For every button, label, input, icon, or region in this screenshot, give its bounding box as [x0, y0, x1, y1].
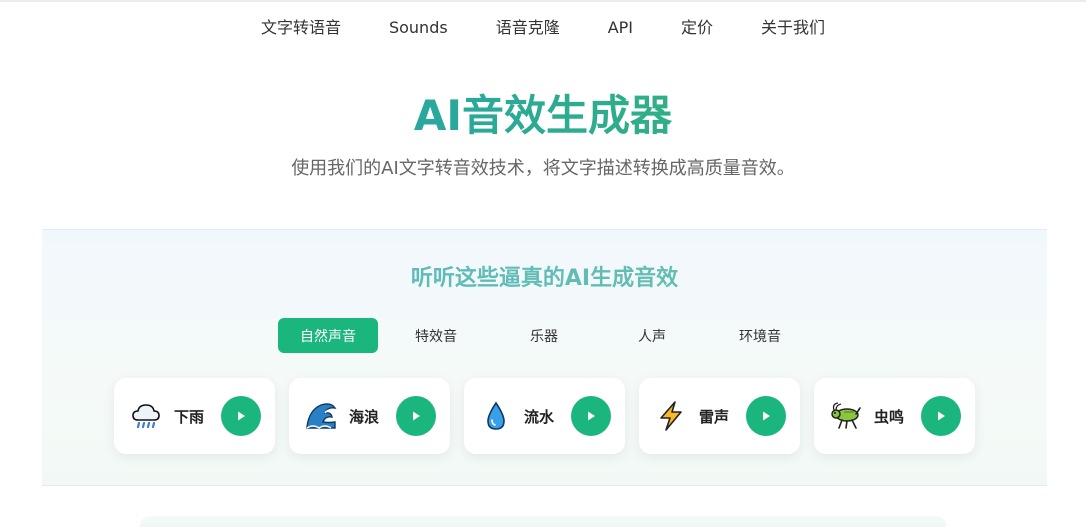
nav-item-tts[interactable]: 文字转语音 [237, 12, 365, 44]
play-icon [763, 411, 770, 421]
sound-label: 海浪 [349, 407, 380, 426]
sound-card-water: 流水 [464, 378, 625, 454]
nav-item-pricing[interactable]: 定价 [657, 12, 737, 44]
lightning-icon [655, 400, 687, 432]
top-nav: 文字转语音 Sounds 语音克隆 API 定价 关于我们 [0, 12, 1086, 44]
tab-instruments[interactable]: 乐器 [494, 318, 594, 353]
sound-label: 流水 [524, 407, 555, 426]
rain-cloud-icon [130, 400, 162, 432]
next-section-edge [140, 516, 946, 527]
sound-card-rain: 下雨 [114, 378, 275, 454]
tab-effects[interactable]: 特效音 [386, 318, 486, 353]
tab-voices[interactable]: 人声 [602, 318, 702, 353]
sound-demo-card: 听听这些逼真的AI生成音效 自然声音 特效音 乐器 人声 环境音 下雨 海浪 流… [42, 229, 1047, 486]
sound-list: 下雨 海浪 流水 雷声 虫鸣 [114, 378, 975, 454]
play-button-water[interactable] [571, 396, 611, 436]
sound-card-crickets: 虫鸣 [814, 378, 975, 454]
nav-item-api[interactable]: API [584, 12, 657, 44]
play-button-crickets[interactable] [921, 396, 961, 436]
play-icon [413, 411, 420, 421]
demo-title: 听听这些逼真的AI生成音效 [42, 264, 1047, 294]
play-icon [938, 411, 945, 421]
sound-card-thunder: 雷声 [639, 378, 800, 454]
sound-label: 雷声 [699, 407, 730, 426]
category-tabs: 自然声音 特效音 乐器 人声 环境音 [278, 318, 810, 353]
tab-ambient[interactable]: 环境音 [710, 318, 810, 353]
cricket-icon [830, 400, 862, 432]
tab-nature[interactable]: 自然声音 [278, 318, 378, 353]
play-button-thunder[interactable] [746, 396, 786, 436]
nav-item-sounds[interactable]: Sounds [365, 12, 472, 44]
nav-item-about[interactable]: 关于我们 [737, 12, 849, 44]
water-drop-icon [480, 400, 512, 432]
play-button-rain[interactable] [221, 396, 261, 436]
wave-icon [305, 400, 337, 432]
play-icon [588, 411, 595, 421]
play-button-waves[interactable] [396, 396, 436, 436]
sound-card-waves: 海浪 [289, 378, 450, 454]
nav-item-voice-clone[interactable]: 语音克隆 [472, 12, 584, 44]
play-icon [238, 411, 245, 421]
sound-label: 下雨 [174, 407, 205, 426]
sound-label: 虫鸣 [874, 407, 905, 426]
page-subtitle: 使用我们的AI文字转音效技术，将文字描述转换成高质量音效。 [291, 158, 795, 179]
page-title: AI音效生成器 [0, 86, 1086, 146]
top-border [0, 0, 1086, 2]
